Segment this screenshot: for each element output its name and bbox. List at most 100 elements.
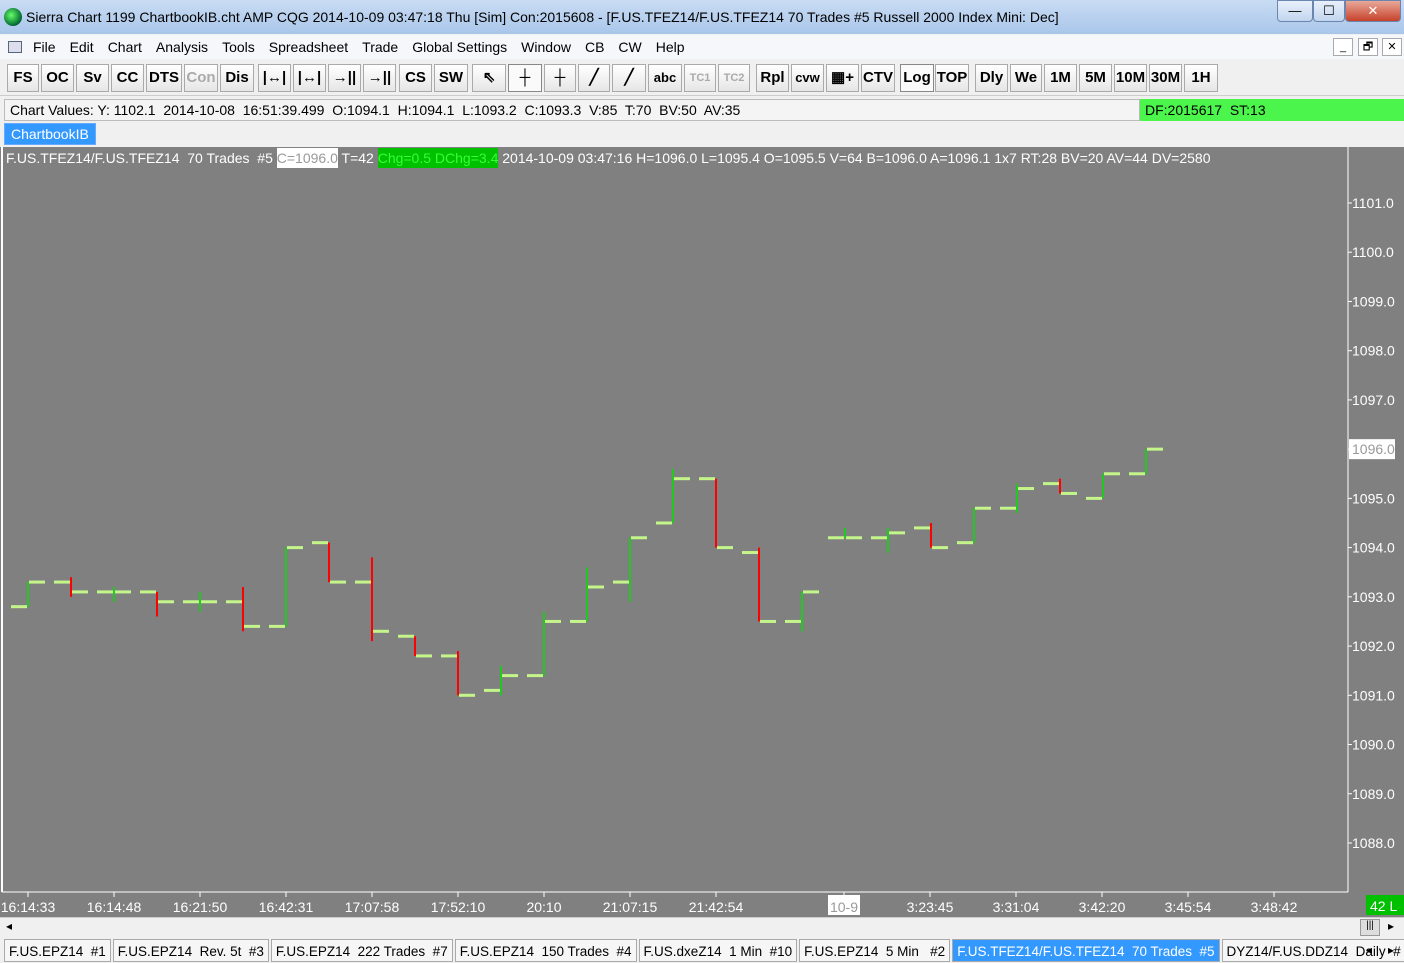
toolbar-button-12[interactable]: SW	[434, 64, 468, 92]
menu-file[interactable]: File	[33, 39, 56, 55]
bar-close-tick	[373, 629, 389, 633]
tab-next-arrow[interactable]: ▸	[1388, 943, 1394, 957]
toolbar-button-31[interactable]: 10M	[1114, 64, 1147, 92]
toolbar-button-2[interactable]: Sv	[76, 64, 109, 92]
chart-tab[interactable]: DYZ14/F.US.DDZ14 Daily #	[1221, 939, 1404, 962]
menu-trade[interactable]: Trade	[362, 39, 398, 55]
chart-tab[interactable]: F.US.EPZ14 150 Trades #4	[454, 939, 637, 962]
bar-close-tick	[1104, 472, 1120, 476]
bar-close-tick	[674, 477, 690, 481]
scroll-left-arrow[interactable]: ◂	[6, 919, 12, 933]
bar-open-tick	[785, 619, 801, 623]
scroll-thumb[interactable]: |||	[1360, 919, 1380, 936]
chart-tab[interactable]: F.US.EPZ14 5 Min #2	[799, 939, 951, 962]
toolbar-button-6[interactable]: Dis	[220, 64, 254, 92]
bar-close-tick	[846, 536, 862, 540]
mdi-close-button[interactable]: ✕	[1382, 38, 1402, 56]
price-chart[interactable]: 1101.0 1100.0 1099.0 1098.0 1097.0 1096.0 1095…	[0, 147, 1404, 917]
chart-tab[interactable]: F.US.EPZ14 Rev. 5t #3	[112, 939, 269, 962]
toolbar-button-29[interactable]: 1M	[1044, 64, 1077, 92]
y-tick-label: 1100.0	[1352, 244, 1394, 260]
mdi-minimize-button[interactable]: _	[1333, 38, 1353, 56]
toolbar-button-14[interactable]: ┼	[508, 64, 542, 92]
header-symbol: F.US.TFEZ14/F.US.TFEZ14 70 Trades #5	[6, 150, 277, 166]
bar-count-label: 42 L	[1370, 898, 1397, 914]
scroll-right-arrow[interactable]: ▸	[1388, 919, 1394, 933]
toolbar-button-10[interactable]: →||←	[363, 64, 396, 112]
menu-bar: File Edit Chart Analysis Tools Spreadsheet Tra…	[0, 35, 1404, 59]
maximize-button[interactable]: ☐	[1313, 0, 1345, 22]
toolbar-button-21[interactable]: Rpl	[756, 64, 789, 92]
bar-close-tick	[975, 506, 991, 510]
bar-close-tick	[459, 693, 475, 697]
menu-help[interactable]: Help	[656, 39, 685, 55]
toolbar-button-24[interactable]: CTV	[861, 64, 895, 92]
toolbar-button-32[interactable]: 30M	[1149, 64, 1182, 92]
bar-close-tick	[72, 590, 88, 594]
toolbar-button-7[interactable]: |↔|	[258, 64, 291, 92]
x-tick-label: 21:42:54	[689, 899, 744, 915]
toolbar-button-23[interactable]: ▦+	[826, 64, 859, 92]
chart-tab[interactable]: F.US.TFEZ14/F.US.TFEZ14 70 Trades #5	[952, 939, 1220, 962]
x-tick-label: 17:52:10	[431, 899, 486, 915]
toolbar-button-28[interactable]: We	[1010, 64, 1042, 92]
mdi-restore-button[interactable]: 🗗	[1358, 38, 1378, 56]
bar-close-tick	[115, 590, 131, 594]
app-globe-icon	[4, 8, 22, 26]
y-tick-label: 1088.0	[1352, 835, 1395, 851]
horizontal-scrollbar[interactable]: ◂ ||| ▸	[0, 917, 1404, 938]
x-tick-label: 17:07:58	[345, 899, 400, 915]
menu-window[interactable]: Window	[521, 39, 571, 55]
chartbook-tab[interactable]: ChartbookIB	[4, 123, 96, 145]
toolbar-button-5[interactable]: Con	[184, 64, 218, 92]
toolbar-button-33[interactable]: 1H	[1184, 64, 1218, 92]
bar-open-tick	[484, 688, 500, 692]
toolbar-button-30[interactable]: 5M	[1079, 64, 1112, 92]
toolbar-button-9[interactable]: →||←	[328, 64, 361, 112]
chart-tab[interactable]: F.US.EPZ14 222 Trades #7	[270, 939, 453, 962]
toolbar-button-4[interactable]: DTS	[146, 64, 182, 92]
toolbar-button-25[interactable]: Log	[900, 64, 934, 92]
toolbar-button-16[interactable]: ╱	[578, 64, 610, 92]
toolbar-button-18[interactable]: abc	[648, 64, 682, 92]
y-tick-label: 1093.0	[1352, 589, 1395, 605]
header-details: 2014-10-09 03:47:16 H=1096.0 L=1095.4 O=…	[498, 150, 1211, 166]
bar-close-tick	[201, 600, 217, 604]
toolbar-button-19[interactable]: TC1	[684, 64, 716, 92]
toolbar-button-22[interactable]: cvw	[791, 64, 824, 92]
bar-open-tick	[355, 580, 371, 584]
menu-cb[interactable]: CB	[585, 39, 604, 55]
toolbar-button-0[interactable]: FS	[7, 64, 39, 92]
bar-close-tick	[287, 546, 303, 550]
toolbar-button-3[interactable]: CC	[111, 64, 144, 92]
minimize-button[interactable]: —	[1277, 0, 1313, 22]
chart-area[interactable]: 1101.0 1100.0 1099.0 1098.0 1097.0 1096.0 1095…	[0, 147, 1404, 917]
close-button[interactable]: ✕	[1345, 0, 1401, 22]
toolbar-button-13[interactable]: ⇖	[472, 64, 506, 92]
bar-open-tick	[1000, 506, 1016, 510]
chart-tab[interactable]: F.US.EPZ14 #1	[4, 939, 111, 962]
menu-edit[interactable]: Edit	[70, 39, 94, 55]
bar-open-tick	[613, 580, 629, 584]
bar-close-tick	[1061, 491, 1077, 495]
toolbar-button-20[interactable]: TC2	[718, 64, 750, 92]
toolbar-button-27[interactable]: Dly	[975, 64, 1008, 92]
toolbar-button-1[interactable]: OC	[41, 64, 74, 92]
toolbar-button-26[interactable]: TOP	[935, 64, 969, 92]
menu-cw[interactable]: CW	[618, 39, 641, 55]
x-tick-label: 3:23:45	[907, 899, 954, 915]
menu-tools[interactable]: Tools	[222, 39, 255, 55]
menu-analysis[interactable]: Analysis	[156, 39, 208, 55]
tab-prev-arrow[interactable]: ◂	[1366, 943, 1372, 957]
toolbar-button-15[interactable]: ┼	[544, 64, 576, 92]
toolbar-button-8[interactable]: |↔|	[293, 64, 326, 92]
bar-open-tick	[957, 541, 973, 545]
chart-tab[interactable]: F.US.dxeZ14 1 Min #10	[638, 939, 798, 962]
menu-global-settings[interactable]: Global Settings	[412, 39, 507, 55]
menu-spreadsheet[interactable]: Spreadsheet	[269, 39, 348, 55]
menu-chart[interactable]: Chart	[108, 39, 142, 55]
bar-open-tick	[97, 590, 113, 594]
toolbar-button-11[interactable]: CS	[399, 64, 432, 92]
x-tick-label: 3:48:42	[1251, 899, 1298, 915]
toolbar-button-17[interactable]: ╱	[612, 64, 646, 92]
